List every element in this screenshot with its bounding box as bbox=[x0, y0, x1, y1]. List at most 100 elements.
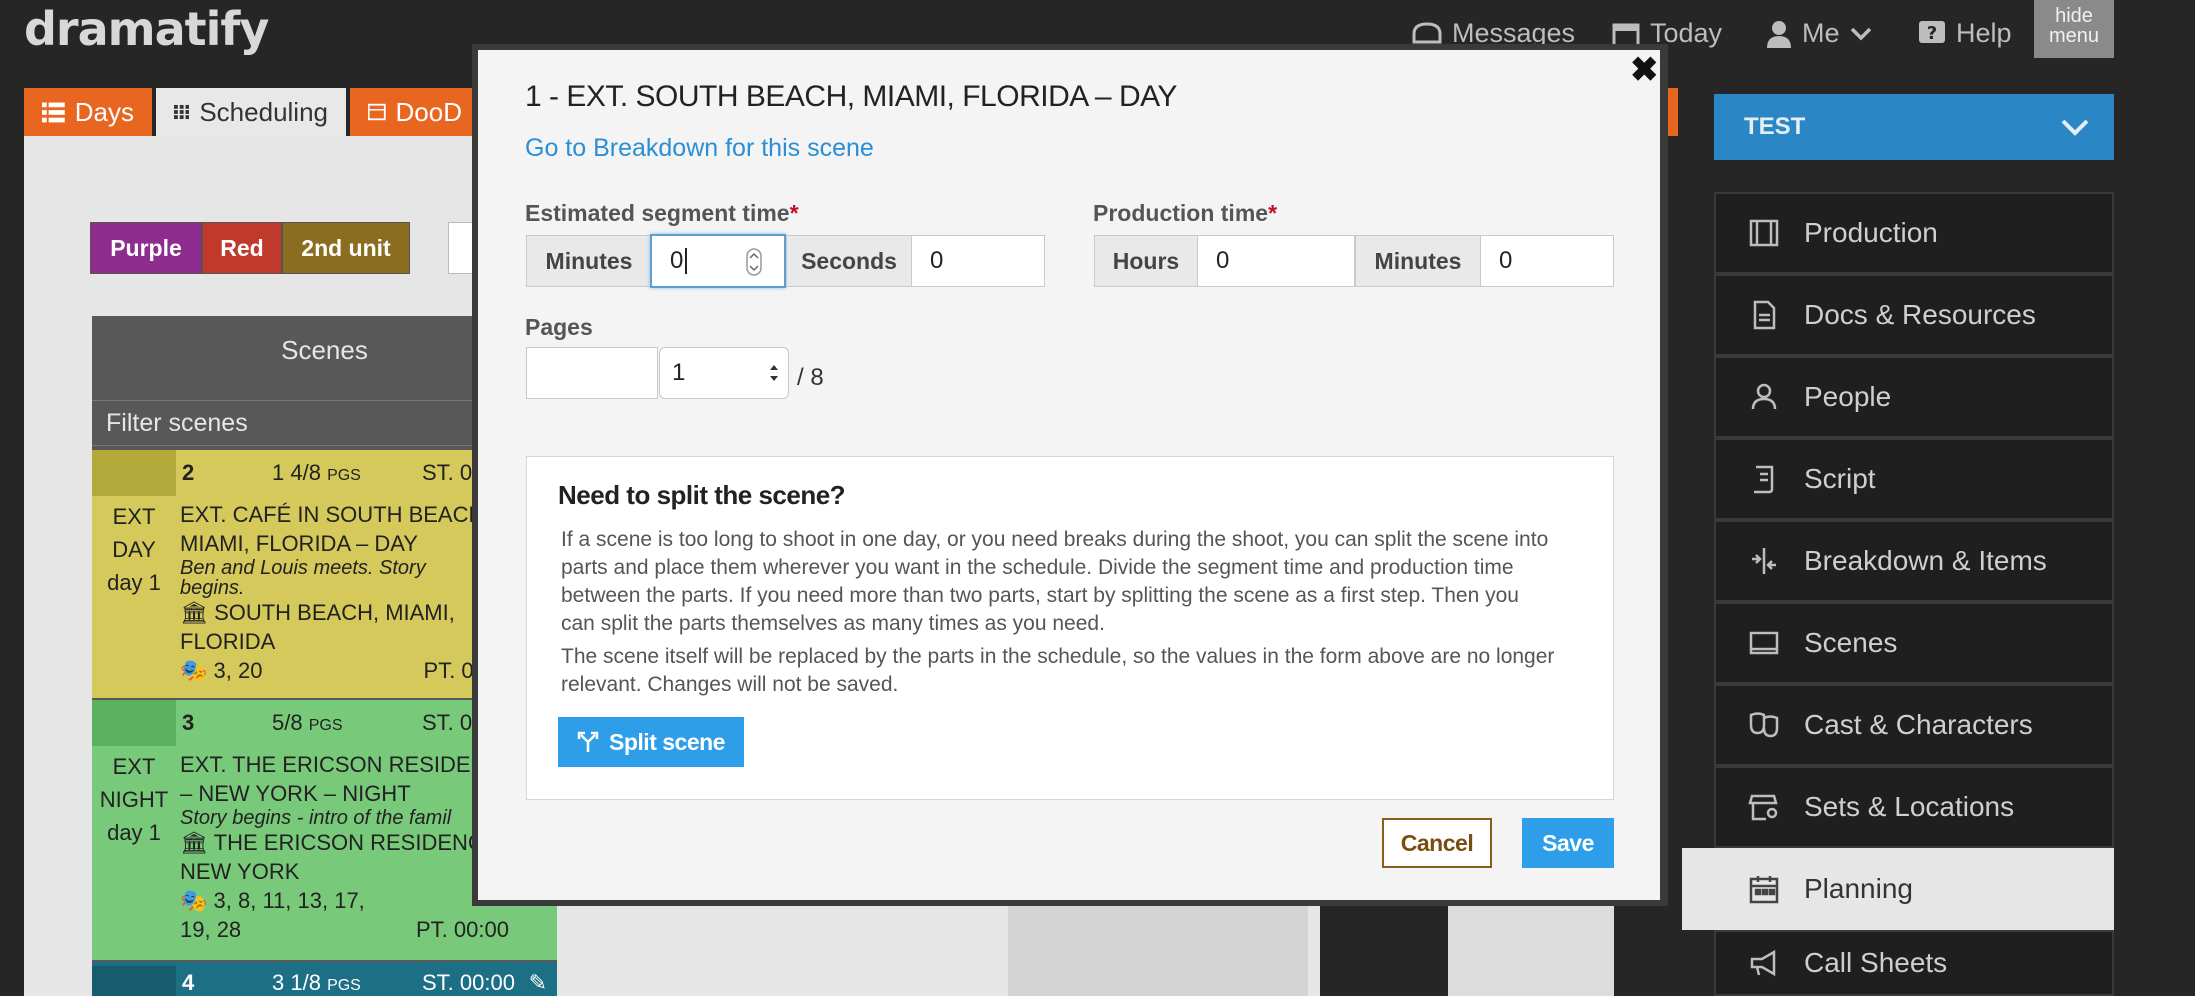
tab-dood[interactable]: DooD bbox=[350, 88, 480, 136]
sidebar-item-label: Breakdown & Items bbox=[1804, 545, 2047, 576]
project-selector[interactable]: TEST bbox=[1714, 94, 2114, 160]
sidebar-item-people[interactable]: People bbox=[1714, 356, 2114, 438]
close-icon[interactable]: ✖ bbox=[1630, 50, 1659, 90]
people-icon bbox=[1746, 379, 1782, 415]
pages-label: Pages bbox=[525, 314, 593, 340]
scene-location-1: SOUTH BEACH, MIAMI, bbox=[214, 600, 455, 625]
scene-color-stripe bbox=[92, 700, 176, 746]
hide-menu-line1: hide bbox=[2055, 5, 2093, 27]
split-scene-note: The scene itself will be replaced by the… bbox=[561, 643, 1591, 699]
hours-addon: Hours bbox=[1094, 235, 1198, 287]
pages-eighths-select[interactable]: 1 bbox=[659, 347, 789, 399]
scene-number: 4 bbox=[182, 970, 195, 995]
select-arrows-icon bbox=[770, 365, 778, 381]
scene-cast: 3, 8, 11, 13, 17, bbox=[213, 888, 365, 913]
production-hours-input[interactable]: 0 bbox=[1197, 235, 1355, 287]
segment-seconds-input[interactable]: 0 bbox=[911, 235, 1045, 287]
scene-pages: 3 1/8 bbox=[272, 970, 321, 995]
segment-time-label: Estimated segment time* bbox=[525, 200, 799, 227]
split-scene-button[interactable]: Split scene bbox=[558, 717, 744, 767]
project-name: TEST bbox=[1744, 113, 1806, 140]
sidebar-item-production[interactable]: Production bbox=[1714, 192, 2114, 274]
me-label: Me bbox=[1802, 18, 1840, 48]
theater-masks-icon bbox=[1746, 707, 1782, 743]
table-icon bbox=[368, 103, 386, 121]
sidebar-item-cast-characters[interactable]: Cast & Characters bbox=[1714, 684, 2114, 766]
sidebar-item-label: People bbox=[1804, 381, 1892, 412]
tab-scheduling[interactable]: Scheduling bbox=[156, 88, 346, 136]
scene-number: 3 bbox=[182, 710, 195, 735]
pages-eighths-value: 1 bbox=[672, 359, 686, 386]
sidebar-item-breakdown-items[interactable]: Breakdown & Items bbox=[1714, 520, 2114, 602]
seconds-addon: Seconds bbox=[786, 235, 912, 287]
scroll-icon bbox=[1746, 461, 1782, 497]
breakdown-icon bbox=[1746, 543, 1782, 579]
calendar-icon bbox=[1746, 871, 1782, 907]
sidebar-item-label: Docs & Resources bbox=[1804, 299, 2036, 330]
svg-text:?: ? bbox=[1927, 23, 1937, 44]
megaphone-icon bbox=[1746, 945, 1782, 981]
modal-title: 1 - EXT. SOUTH BEACH, MIAMI, FLORIDA – D… bbox=[525, 80, 1177, 113]
segment-time-text: Estimated segment time bbox=[525, 200, 790, 226]
sidebar-item-label: Cast & Characters bbox=[1804, 709, 2033, 740]
scene-cast: 3, 20 bbox=[213, 658, 263, 683]
location-icon: 🏛 bbox=[180, 830, 208, 855]
help-label: Help bbox=[1956, 18, 2012, 48]
split-icon bbox=[577, 731, 599, 752]
sidebar-item-planning[interactable]: Planning bbox=[1682, 848, 2114, 930]
cast-icon: 🎭 bbox=[180, 888, 208, 913]
split-text-line: can split the parts themselves as many t… bbox=[561, 612, 1105, 635]
tab-scheduling-label: Scheduling bbox=[199, 96, 328, 127]
cancel-button[interactable]: Cancel bbox=[1382, 818, 1492, 868]
filter-red[interactable]: Red bbox=[202, 222, 282, 274]
film-icon bbox=[1746, 215, 1782, 251]
split-scene-title: Need to split the scene? bbox=[558, 480, 846, 510]
filter-2nd-unit[interactable]: 2nd unit bbox=[282, 222, 410, 274]
sidebar-item-call-sheets[interactable]: Call Sheets bbox=[1714, 930, 2114, 996]
location-store-icon bbox=[1746, 789, 1782, 825]
help-link[interactable]: ? Help bbox=[1918, 18, 2012, 49]
production-minutes-input[interactable]: 0 bbox=[1480, 235, 1614, 287]
sidebar-item-script[interactable]: Script bbox=[1714, 438, 2114, 520]
segment-minutes-input[interactable]: 0 bbox=[650, 234, 786, 288]
sidebar-item-sets-locations[interactable]: Sets & Locations bbox=[1714, 766, 2114, 848]
scene-st: ST. 00:00 bbox=[422, 970, 515, 995]
spinner-icon[interactable] bbox=[746, 248, 762, 276]
breakdown-link[interactable]: Go to Breakdown for this scene bbox=[525, 134, 874, 163]
text-cursor bbox=[685, 248, 688, 274]
edit-icon[interactable]: ✎ bbox=[529, 970, 547, 996]
sidebar-item-label: Script bbox=[1804, 463, 1876, 494]
scene-pages: 5/8 bbox=[272, 710, 303, 735]
scene-int-ext: EXT bbox=[112, 754, 156, 779]
list-icon bbox=[42, 102, 65, 123]
scene-time: NIGHT bbox=[99, 787, 169, 812]
chevron-down-icon bbox=[2061, 119, 2089, 136]
messages-icon bbox=[1412, 21, 1442, 43]
help-icon: ? bbox=[1919, 20, 1945, 44]
sidebar-item-docs-resources[interactable]: Docs & Resources bbox=[1714, 274, 2114, 356]
required-marker: * bbox=[1268, 200, 1278, 226]
required-marker: * bbox=[789, 200, 799, 226]
sidebar-item-label: Scenes bbox=[1804, 627, 1898, 658]
tab-days[interactable]: Days bbox=[24, 88, 152, 136]
sidebar-item-label: Call Sheets bbox=[1804, 947, 1948, 978]
production-time-label: Production time* bbox=[1093, 200, 1277, 227]
location-icon: 🏛 bbox=[180, 600, 208, 625]
scene-color-stripe bbox=[92, 450, 176, 496]
filter-purple[interactable]: Purple bbox=[90, 222, 202, 274]
sidebar-item-label: Planning bbox=[1804, 873, 1913, 904]
pages-whole-input[interactable] bbox=[526, 347, 658, 399]
app-logo[interactable]: dramatify bbox=[24, 2, 269, 56]
split-text-line: If a scene is too long to shoot in one d… bbox=[561, 528, 1549, 551]
scene-pages: 1 4/8 bbox=[272, 460, 321, 485]
save-button[interactable]: Save bbox=[1522, 818, 1614, 868]
segment-minutes-value: 0 bbox=[670, 247, 684, 274]
scene-int-ext: EXT bbox=[112, 504, 156, 529]
cast-icon: 🎭 bbox=[180, 658, 208, 683]
sidebar-item-scenes[interactable]: Scenes bbox=[1714, 602, 2114, 684]
hide-menu-button[interactable]: hide menu bbox=[2034, 0, 2114, 58]
user-icon bbox=[1767, 20, 1791, 48]
scene-card[interactable]: 4 3 1/8 PGS ST. 00:00 ✎ bbox=[92, 962, 557, 996]
split-scene-description: If a scene is too long to shoot in one d… bbox=[561, 526, 1591, 638]
me-menu[interactable]: Me bbox=[1766, 18, 1872, 49]
